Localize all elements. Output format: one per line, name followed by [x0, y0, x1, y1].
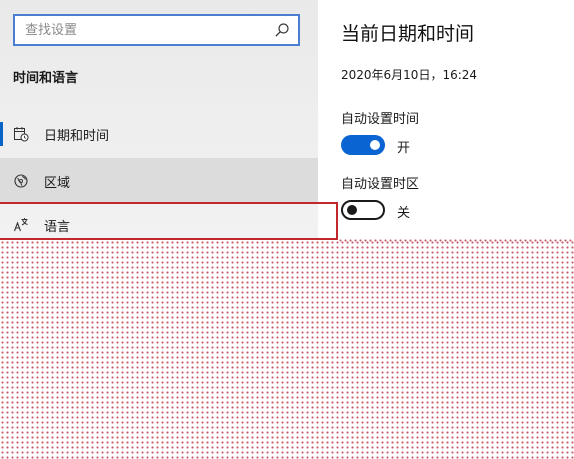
- dotted-overlay: [0, 240, 574, 459]
- auto-time-state: 开: [397, 141, 411, 156]
- auto-zone-state: 关: [397, 206, 411, 221]
- toggle-knob: [347, 205, 357, 215]
- toggle-knob: [370, 140, 380, 150]
- highlight-box: [0, 202, 338, 240]
- auto-zone-toggle[interactable]: [341, 200, 385, 220]
- search-box[interactable]: [13, 14, 300, 46]
- sidebar-item-label: 区域: [44, 176, 71, 191]
- calendar-clock-icon: [14, 127, 29, 142]
- active-indicator: [0, 122, 3, 146]
- settings-window: 时间和语言 日期和时间 区域: [0, 0, 574, 459]
- section-title: 时间和语言: [13, 71, 79, 86]
- auto-zone-label: 自动设置时区: [341, 177, 420, 192]
- dotted-overlay-edge: [338, 238, 574, 242]
- sidebar-item-region[interactable]: 区域: [0, 158, 318, 204]
- sidebar-item-date-time[interactable]: 日期和时间: [0, 111, 318, 157]
- sidebar-item-label: 日期和时间: [44, 129, 110, 144]
- search-icon[interactable]: [274, 22, 290, 38]
- auto-time-label: 自动设置时间: [341, 112, 420, 127]
- search-input[interactable]: [25, 16, 275, 44]
- globe-icon: [14, 174, 28, 188]
- page-title: 当前日期和时间: [341, 23, 475, 45]
- main-panel: 当前日期和时间 2020年6月10日，16:24 自动设置时间 开 自动设置时区…: [318, 0, 574, 240]
- current-datetime: 2020年6月10日，16:24: [341, 68, 478, 82]
- auto-time-toggle[interactable]: [341, 135, 385, 155]
